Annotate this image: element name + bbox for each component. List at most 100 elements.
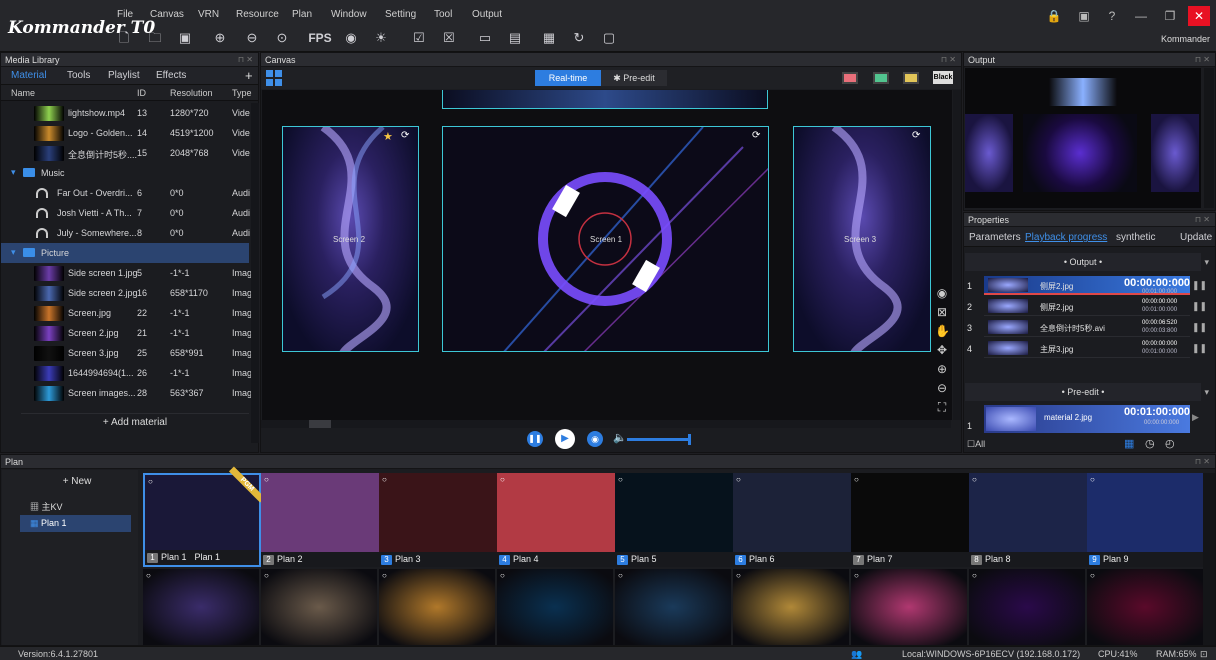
playback-row[interactable]: 3 全息倒计时5秒.avi 00:00:06:520 00:00:03:800 ❚❚	[964, 317, 1207, 338]
play-button[interactable]: ▶	[555, 429, 575, 449]
fps-button[interactable]: FPS	[306, 28, 334, 48]
screen-1[interactable]: Screen 1 ⟳	[442, 126, 769, 352]
open-folder-icon[interactable]: 🗀	[144, 28, 166, 48]
display-icon[interactable]: ▭	[474, 28, 496, 48]
expand-icon[interactable]: ▾	[11, 167, 16, 178]
plan-card-row2[interactable]: ○	[1087, 569, 1203, 645]
plan-close-icon[interactable]: ⊓ ✕	[1195, 455, 1210, 469]
layout-green-icon[interactable]	[873, 72, 889, 84]
tab-update[interactable]: Update	[1180, 232, 1212, 243]
canvas-area[interactable]: Screen 2 ★ ⟳ Screen 1 ⟳ Screen 3 ⟳	[262, 90, 952, 420]
plan-loop-icon[interactable]: ○	[500, 475, 505, 484]
col-resolution[interactable]: Resolution	[170, 88, 213, 98]
target-icon[interactable]: ⊙	[271, 28, 293, 48]
playback-pause-icon[interactable]: ❚❚	[1192, 343, 1207, 354]
folder-row[interactable]: ▾ Picture	[1, 243, 249, 263]
menu-canvas[interactable]: Canvas	[150, 9, 184, 20]
loop-icon-2[interactable]: ⟳	[752, 130, 760, 141]
tab-synthetic[interactable]: synthetic	[1116, 232, 1155, 243]
monitor-check-icon[interactable]: ☑	[408, 28, 430, 48]
plan-loop-icon[interactable]: ○	[264, 571, 269, 580]
plan-card-row2[interactable]: ○	[615, 569, 731, 645]
playback-row[interactable]: 4 主屏3.jpg 00:00:00:000 00:01:00:000 ❚❚	[964, 338, 1207, 359]
monitor-cross-icon[interactable]: ☒	[438, 28, 460, 48]
menu-resource[interactable]: Resource	[236, 9, 279, 20]
plan-loop-icon[interactable]: ○	[1090, 475, 1095, 484]
expand-icon[interactable]: ▾	[11, 247, 16, 258]
layout-yellow-icon[interactable]	[903, 72, 919, 84]
plan-scrollbar[interactable]	[1203, 473, 1215, 645]
media-row[interactable]: Side screen 2.jpg 16 658*1170 Imag	[1, 283, 252, 303]
media-row[interactable]: July - Somewhere... 8 0*0 Audi	[1, 223, 250, 243]
zoom-out-icon[interactable]: ⊖	[935, 379, 949, 398]
timer-icon[interactable]: ◴	[1165, 437, 1175, 450]
add-tab-icon[interactable]: +	[245, 68, 253, 83]
plan-loop-icon[interactable]: ○	[854, 571, 859, 580]
output-close-icon[interactable]: ⊓ ✕	[1195, 53, 1210, 67]
properties-close-icon[interactable]: ⊓ ✕	[1195, 213, 1210, 227]
plan-card[interactable]: ○ 8 Plan 8	[969, 473, 1087, 567]
display-alt-icon[interactable]: ▤	[504, 28, 526, 48]
plan-card[interactable]: ○ 4 Plan 4	[497, 473, 615, 567]
plan-card-row2[interactable]: ○	[497, 569, 613, 645]
users-icon[interactable]: 👥	[851, 649, 862, 660]
save-icon[interactable]: ▣	[174, 28, 196, 48]
menu-file[interactable]: File	[117, 9, 133, 20]
window-icon[interactable]: ▢	[598, 28, 620, 48]
visibility-icon[interactable]: ◉	[935, 284, 949, 303]
plan-loop-icon[interactable]: ○	[618, 571, 623, 580]
volume-slider[interactable]	[627, 434, 691, 445]
plan-card-row2[interactable]: ○	[733, 569, 849, 645]
playback-pause-icon[interactable]: ❚❚	[1192, 280, 1207, 291]
playback-row[interactable]: 1 侧屏2.jpg 00:00:00:000 00:01:00:000 ❚❚	[964, 275, 1207, 296]
eye-icon[interactable]: ◉	[340, 28, 362, 48]
media-row[interactable]: lightshow.mp4 13 1280*720 Vide	[1, 103, 250, 123]
playback-row[interactable]: 2 侧屏2.jpg 00:00:00:000 00:01:00:000 ❚❚	[964, 296, 1207, 317]
black-button[interactable]: Black	[933, 71, 953, 84]
fit-icon[interactable]: ⊠	[935, 303, 949, 322]
plan-loop-icon[interactable]: ○	[382, 571, 387, 580]
grid-view-icon[interactable]	[266, 70, 282, 86]
plan-loop-icon[interactable]: ○	[264, 475, 269, 484]
volume-icon[interactable]: 🔈	[613, 431, 627, 444]
tab-parameters[interactable]: Parameters	[969, 232, 1021, 243]
plan-loop-icon[interactable]: ○	[854, 475, 859, 484]
media-row[interactable]: Far Out - Overdri... 6 0*0 Audi	[1, 183, 250, 203]
add-icon[interactable]: ⊕	[209, 28, 231, 48]
preedit-button[interactable]: ✱ Pre-edit	[601, 70, 667, 86]
media-row[interactable]: Screen.jpg 22 -1*-1 Imag	[1, 303, 252, 323]
loop-icon[interactable]: ⟳	[401, 130, 409, 141]
plan-card[interactable]: ○ 7 Plan 7	[851, 473, 969, 567]
tab-material[interactable]: Material	[11, 70, 47, 81]
plan-card-row2[interactable]: ○	[379, 569, 495, 645]
screen-2[interactable]: Screen 2 ★ ⟳	[282, 126, 419, 352]
media-row[interactable]: Screen 2.jpg 21 -1*-1 Imag	[1, 323, 252, 343]
refresh-icon[interactable]: ↻	[568, 28, 590, 48]
select-all-checkbox[interactable]: ☐All	[967, 439, 985, 450]
playback-pause-icon[interactable]: ❚❚	[1192, 322, 1207, 333]
display-grid-icon[interactable]: ▦	[538, 28, 560, 48]
panel-close-icon[interactable]: ⊓ ✕	[238, 53, 253, 67]
plan-loop-icon[interactable]: ○	[1090, 571, 1095, 580]
output-collapse-icon[interactable]: ▾	[1204, 253, 1209, 271]
plan-card-row2[interactable]: ○	[261, 569, 377, 645]
media-row[interactable]: Josh Vietti - A Th... 7 0*0 Audi	[1, 203, 250, 223]
media-row[interactable]: Screen 3.jpg 25 658*991 Imag	[1, 343, 252, 363]
help-icon[interactable]: ?	[1101, 6, 1123, 26]
tree-item-plan-1[interactable]: ▦ Plan 1	[20, 515, 131, 532]
preedit-section[interactable]: • Pre-edit • ▾	[965, 383, 1209, 401]
plan-card[interactable]: ○ 6 Plan 6	[733, 473, 851, 567]
preedit-row[interactable]: 1 material 2.jpg 00:01:00:000 00:00:00:0…	[964, 403, 1204, 435]
loop-icon-3[interactable]: ⟳	[912, 130, 920, 141]
resource-monitor-icon[interactable]: ⊡	[1200, 649, 1208, 660]
tab-playback-progress[interactable]: Playback progress	[1025, 232, 1107, 243]
output-scrollbar[interactable]	[1204, 68, 1214, 208]
new-file-icon[interactable]: 🗋	[113, 28, 135, 48]
tree-item-kv[interactable]: ▦ 主KV	[30, 500, 63, 513]
plan-card[interactable]: ○ 5 Plan 5	[615, 473, 733, 567]
media-scrollbar[interactable]	[251, 103, 259, 443]
menu-vrn[interactable]: VRN	[198, 9, 219, 20]
remove-icon[interactable]: ⊖	[241, 28, 263, 48]
preedit-play-icon[interactable]: ▶	[1192, 412, 1199, 423]
plan-card-row2[interactable]: ○	[143, 569, 259, 645]
